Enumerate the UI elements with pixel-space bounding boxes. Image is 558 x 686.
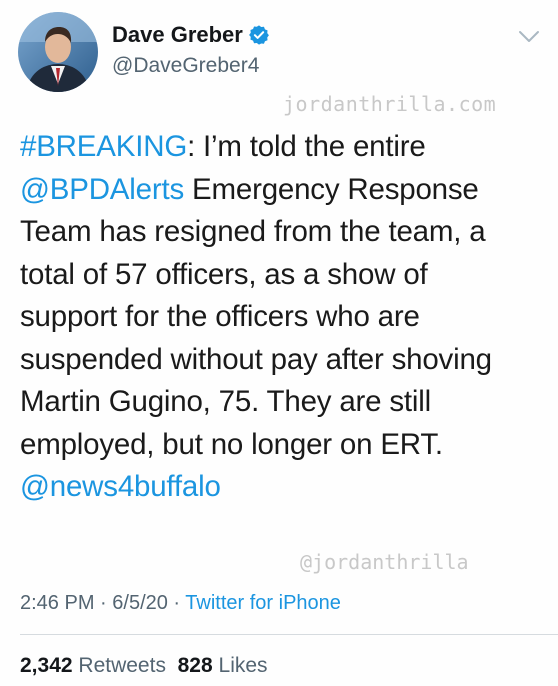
tweet-stats: 2,342 Retweets 828 Likes xyxy=(20,654,268,678)
meta-separator: · xyxy=(94,592,113,614)
divider xyxy=(20,634,558,635)
tweet-line: @BPDAlerts Emergency Response xyxy=(20,169,550,212)
tweet-line: total of 57 officers, as a show of xyxy=(20,257,428,291)
display-name[interactable]: Dave Greber xyxy=(112,22,243,48)
tweet-text-segment: : I’m told the entire xyxy=(187,130,426,163)
chevron-down-icon[interactable] xyxy=(518,30,540,44)
likes-stat[interactable]: 828 Likes xyxy=(178,654,268,677)
likes-label: Likes xyxy=(218,654,268,677)
tweet-line: Martin Gugino, 75. They are still xyxy=(20,385,431,418)
tweet-line: #BREAKING: I’m told the entire xyxy=(20,126,550,169)
retweets-stat[interactable]: 2,342 Retweets xyxy=(20,654,166,677)
tweet-card: Dave Greber @DaveGreber4 jordanthrilla.c… xyxy=(0,0,558,686)
watermark-site: jordanthrilla.com xyxy=(283,92,497,116)
retweets-label: Retweets xyxy=(78,654,166,677)
meta-separator: · xyxy=(167,592,186,614)
tweet-text: #BREAKING: I’m told the entire @BPDAlert… xyxy=(20,126,550,509)
tweet-meta: 2:46 PM · 6/5/20 · Twitter for iPhone xyxy=(20,592,341,615)
user-handle[interactable]: @DaveGreber4 xyxy=(112,54,259,78)
watermark-handle: @jordanthrilla xyxy=(300,550,469,574)
avatar-image xyxy=(18,12,98,92)
hashtag-link[interactable]: #BREAKING xyxy=(20,130,187,163)
tweet-line: Team has resigned from the team, a xyxy=(20,215,486,248)
tweet-time[interactable]: 2:46 PM xyxy=(20,592,94,614)
tweet-line: support for the officers who are xyxy=(20,300,420,333)
tweet-date[interactable]: 6/5/20 xyxy=(112,592,168,614)
mention-link[interactable]: @news4buffalo xyxy=(20,470,221,503)
likes-count: 828 xyxy=(177,654,213,677)
tweet-source-link[interactable]: Twitter for iPhone xyxy=(185,592,341,614)
avatar[interactable] xyxy=(18,12,98,92)
retweets-count: 2,342 xyxy=(20,654,73,677)
verified-badge-icon xyxy=(248,24,270,46)
mention-link[interactable]: @BPDAlerts xyxy=(20,173,184,206)
tweet-line: suspended without pay after shoving xyxy=(20,342,492,376)
tweet-line: @news4buffalo xyxy=(20,466,550,509)
name-row: Dave Greber xyxy=(112,22,270,48)
tweet-line: employed, but no longer on ERT. xyxy=(20,427,443,461)
tweet-text-segment: Emergency Response xyxy=(184,172,479,206)
